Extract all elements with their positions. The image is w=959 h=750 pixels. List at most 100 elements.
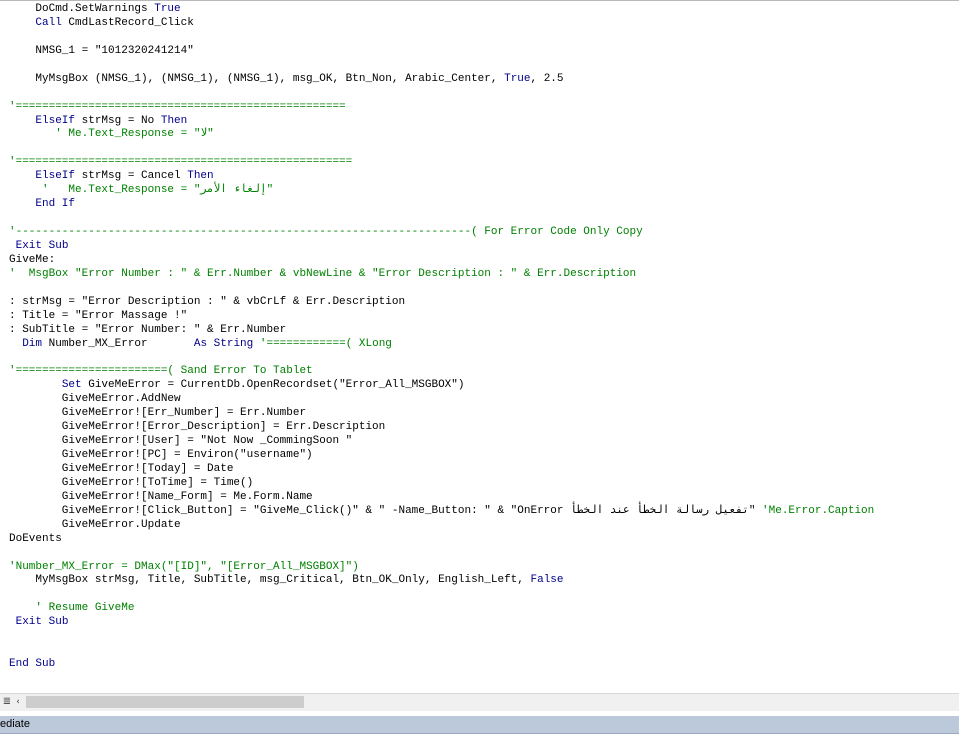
code-token: CmdLastRecord_Click xyxy=(61,16,194,29)
scroll-left-arrow-icon[interactable]: ‹ xyxy=(12,695,24,709)
code-line[interactable]: GiveMeError![User] = "Not Now _CommingSo… xyxy=(9,435,874,449)
comment-token: ' MsgBox "Error Number : " & Err.Number … xyxy=(9,267,637,280)
keyword-token: Call xyxy=(35,16,62,29)
code-token: : Title = "Error Massage !" xyxy=(9,309,188,322)
code-token: GiveMeError![PC] = Environ("username") xyxy=(9,449,313,461)
code-line[interactable]: '=======================================… xyxy=(9,101,874,115)
code-token: DoEvents xyxy=(9,532,62,545)
code-token: GiveMeError![User] = "Not Now _CommingSo… xyxy=(9,435,353,448)
code-token: NMSG_1 = "1012320241214" xyxy=(9,44,194,57)
keyword-token: Exit Sub xyxy=(15,616,69,629)
code-token: GiveMeError![Name_Form] = Me.Form.Name xyxy=(9,490,313,503)
code-line[interactable]: Dim Number_MX_Error As String '=========… xyxy=(9,338,874,352)
code-editor[interactable]: DoCmd.SetWarnings True Call CmdLastRecor… xyxy=(0,0,959,678)
code-line[interactable] xyxy=(9,87,874,101)
code-line[interactable]: MyMsgBox strMsg, Title, SubTitle, msg_Cr… xyxy=(9,574,874,588)
code-line[interactable] xyxy=(9,212,874,226)
code-line[interactable]: GiveMeError.AddNew xyxy=(9,393,874,407)
keyword-token: ElseIf xyxy=(35,170,76,183)
code-token: Number_MX_Error xyxy=(42,337,194,350)
code-line[interactable]: GiveMe: xyxy=(9,254,874,268)
code-token: GiveMeError![Click_Button] = "GiveMe_Cli… xyxy=(9,504,763,517)
code-token: strMsg = No xyxy=(75,114,161,127)
code-line[interactable]: GiveMeError![ToTime] = Time() xyxy=(9,477,874,491)
keyword-token: Dim xyxy=(22,337,43,350)
code-line[interactable]: ElseIf strMsg = No Then xyxy=(9,115,874,129)
comment-token: '---------------------------------------… xyxy=(9,226,643,238)
code-token: strMsg = Cancel xyxy=(75,170,188,183)
scrollbar-thumb[interactable] xyxy=(26,696,304,708)
keyword-token: Then xyxy=(187,170,214,183)
code-token: GiveMe: xyxy=(9,253,56,266)
code-line[interactable]: End If xyxy=(9,198,874,212)
code-line[interactable]: ' MsgBox "Error Number : " & Err.Number … xyxy=(9,268,874,282)
code-line[interactable]: ElseIf strMsg = Cancel Then xyxy=(9,170,874,184)
code-line[interactable] xyxy=(9,59,874,73)
horizontal-scrollbar[interactable]: ≣ ‹ xyxy=(0,693,959,711)
code-line[interactable]: Exit Sub xyxy=(9,616,874,630)
code-token: , 2.5 xyxy=(530,72,564,85)
code-line[interactable]: GiveMeError![Error_Description] = Err.De… xyxy=(9,421,874,435)
code-line[interactable] xyxy=(9,142,874,156)
code-line[interactable]: '=======================( Sand Error To … xyxy=(9,365,874,379)
code-line[interactable]: ' Me.Text_Response = "إلغاء الأمر" xyxy=(9,184,874,198)
code-line[interactable] xyxy=(9,588,874,602)
immediate-window-title: ediate xyxy=(0,718,30,730)
procedure-view-icon[interactable]: ≣ xyxy=(2,695,12,709)
comment-token: '=======================( Sand Error To … xyxy=(9,365,313,378)
code-line[interactable] xyxy=(9,351,874,365)
immediate-window-body[interactable] xyxy=(0,734,959,750)
code-line[interactable]: ' Me.Text_Response = "لا" xyxy=(9,128,874,142)
keyword-token: Exit Sub xyxy=(15,239,69,252)
code-line[interactable]: MyMsgBox (NMSG_1), (NMSG_1), (NMSG_1), m… xyxy=(9,73,874,87)
code-line[interactable]: : Title = "Error Massage !" xyxy=(9,310,874,324)
code-line[interactable] xyxy=(9,282,874,296)
code-line[interactable]: '=======================================… xyxy=(9,156,874,170)
code-line[interactable] xyxy=(9,644,874,658)
code-line[interactable]: 'Number_MX_Error = DMax("[ID]", "[Error_… xyxy=(9,561,874,575)
comment-token: ' Me.Text_Response = "إلغاء الأمر" xyxy=(9,184,274,197)
code-line[interactable] xyxy=(9,31,874,45)
code-line[interactable]: '---------------------------------------… xyxy=(9,226,874,240)
code-token: MyMsgBox (NMSG_1), (NMSG_1), (NMSG_1), m… xyxy=(9,72,505,85)
code-line[interactable]: GiveMeError.Update xyxy=(9,519,874,533)
code-token: : strMsg = "Error Description : " & vbCr… xyxy=(9,295,406,308)
code-line[interactable]: GiveMeError![PC] = Environ("username") xyxy=(9,449,874,463)
code-line[interactable]: GiveMeError![Name_Form] = Me.Form.Name xyxy=(9,491,874,505)
code-token: GiveMeError = CurrentDb.OpenRecordset("E… xyxy=(81,379,465,392)
code-line[interactable]: : SubTitle = "Error Number: " & Err.Numb… xyxy=(9,324,874,338)
comment-token: '============( XLong xyxy=(259,337,392,350)
code-line[interactable]: DoEvents xyxy=(9,533,874,547)
code-line[interactable]: NMSG_1 = "1012320241214" xyxy=(9,45,874,59)
code-token: : SubTitle = "Error Number: " & Err.Numb… xyxy=(9,323,287,336)
code-line[interactable]: End Sub xyxy=(9,658,874,672)
code-token: GiveMeError![Err_Number] = Err.Number xyxy=(9,407,307,420)
code-line[interactable]: GiveMeError![Err_Number] = Err.Number xyxy=(9,407,874,421)
code-line[interactable]: DoCmd.SetWarnings True xyxy=(9,3,874,17)
code-line[interactable] xyxy=(9,547,874,561)
keyword-token: End Sub xyxy=(9,658,56,671)
code-line[interactable]: Exit Sub xyxy=(9,240,874,254)
comment-token: '=======================================… xyxy=(9,156,353,169)
code-line[interactable]: : strMsg = "Error Description : " & vbCr… xyxy=(9,296,874,310)
code-text-area[interactable]: DoCmd.SetWarnings True Call CmdLastRecor… xyxy=(9,3,874,672)
code-line[interactable] xyxy=(9,630,874,644)
keyword-token: Then xyxy=(160,114,188,127)
keyword-token: False xyxy=(530,574,564,587)
keyword-token: True xyxy=(154,3,181,15)
immediate-window-titlebar[interactable]: ediate xyxy=(0,716,959,734)
code-line[interactable]: GiveMeError![Click_Button] = "GiveMe_Cli… xyxy=(9,505,874,519)
code-line[interactable]: Call CmdLastRecord_Click xyxy=(9,17,874,31)
code-line[interactable]: ' Resume GiveMe xyxy=(9,602,874,616)
code-line[interactable]: Set GiveMeError = CurrentDb.OpenRecordse… xyxy=(9,379,874,393)
code-token: DoCmd.SetWarnings xyxy=(9,3,155,15)
code-line[interactable]: GiveMeError![Today] = Date xyxy=(9,463,874,477)
keyword-token: True xyxy=(504,72,531,85)
keyword-token: As String xyxy=(193,337,254,350)
